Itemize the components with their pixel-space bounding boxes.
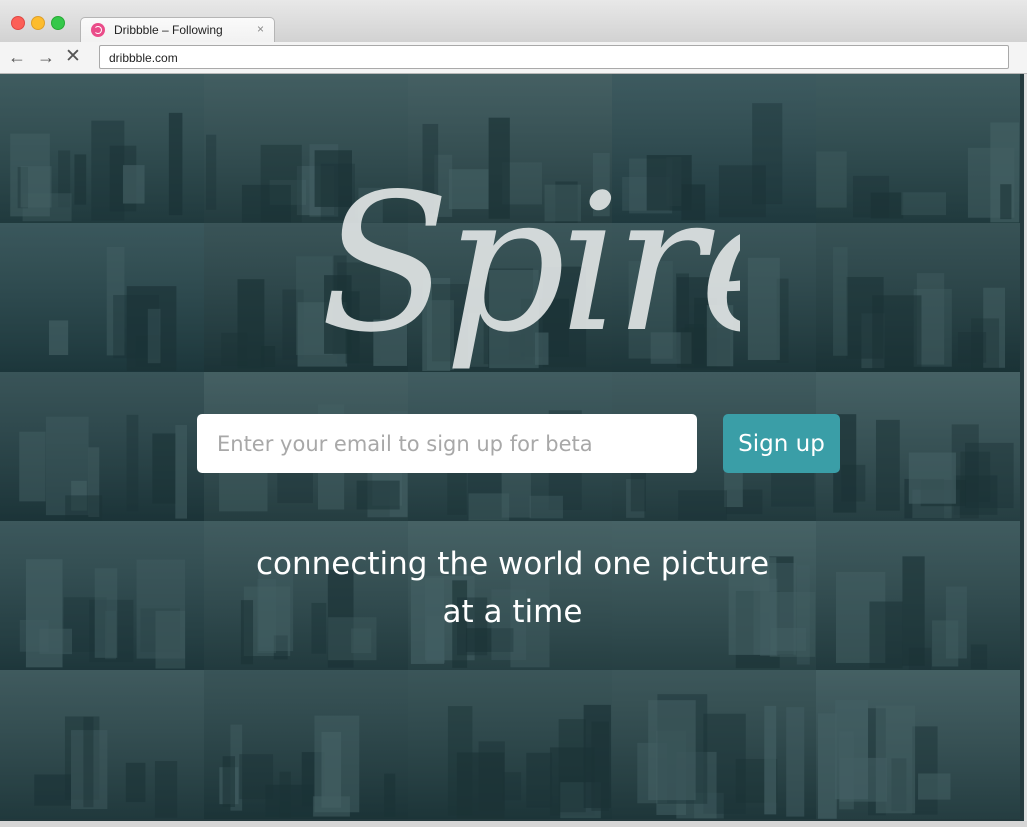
photo-tile-forest xyxy=(816,223,1020,372)
tagline: connecting the world one picture at a ti… xyxy=(200,540,825,636)
tagline-line-1: connecting the world one picture xyxy=(255,546,770,582)
dribbble-icon xyxy=(91,23,105,37)
back-arrow-icon[interactable]: ← xyxy=(7,47,27,67)
photo-tile-paris-eiffel-2 xyxy=(816,74,1020,223)
minimize-window-button[interactable] xyxy=(31,16,45,30)
landing-page: Spire Sign up connecting the world one p… xyxy=(0,74,1024,821)
tile-tint xyxy=(0,521,204,670)
tile-tint xyxy=(816,670,1020,819)
photo-tile-misty-path xyxy=(816,521,1020,670)
tile-tint xyxy=(0,223,204,372)
photo-tile-night-street xyxy=(204,670,408,819)
tile-tint xyxy=(204,670,408,819)
tab-title: Dribbble – Following xyxy=(114,23,223,37)
url-text: dribbble.com xyxy=(109,51,178,65)
forward-arrow-icon[interactable]: → xyxy=(36,47,56,67)
photo-tile-waterfall xyxy=(816,372,1020,521)
photo-tile-nyc-bridge xyxy=(0,372,204,521)
tile-tint xyxy=(816,521,1020,670)
stop-loading-icon[interactable]: ✕ xyxy=(63,47,83,67)
tile-tint xyxy=(816,372,1020,521)
close-window-button[interactable] xyxy=(11,16,25,30)
tile-tint xyxy=(0,74,204,223)
tile-tint xyxy=(816,74,1020,223)
photo-tile-zipline xyxy=(408,670,612,819)
photo-tile-bangkok-temple xyxy=(0,521,204,670)
browser-toolbar: ← → ✕ dribbble.com xyxy=(0,42,1027,74)
tile-tint xyxy=(0,372,204,521)
tile-tint xyxy=(816,223,1020,372)
photo-tile-tokyo-signs xyxy=(0,670,204,819)
logo-text: Spire xyxy=(320,153,740,374)
zoom-window-button[interactable] xyxy=(51,16,65,30)
tab-close-icon[interactable]: × xyxy=(257,22,264,36)
tile-tint xyxy=(0,670,204,819)
tagline-line-2: at a time xyxy=(442,594,583,630)
address-bar[interactable]: dribbble.com xyxy=(99,45,1009,69)
tile-tint xyxy=(612,670,816,819)
sign-up-button[interactable]: Sign up xyxy=(723,414,840,473)
browser-tab[interactable]: Dribbble – Following × xyxy=(80,17,275,43)
spire-logo: Spire xyxy=(320,153,740,374)
photo-tile-tunnel-bridge xyxy=(612,670,816,819)
tile-tint xyxy=(408,670,612,819)
photo-tile-coast-cliffs xyxy=(0,223,204,372)
window-bottom xyxy=(0,821,1027,827)
photo-tile-paris-eiffel-1 xyxy=(0,74,204,223)
photo-tile-children-walking xyxy=(816,670,1020,819)
email-input[interactable] xyxy=(197,414,697,473)
title-bar: Dribbble – Following × xyxy=(0,0,1027,43)
browser-window: Dribbble – Following × ← → ✕ dribbble.co… xyxy=(0,0,1027,827)
